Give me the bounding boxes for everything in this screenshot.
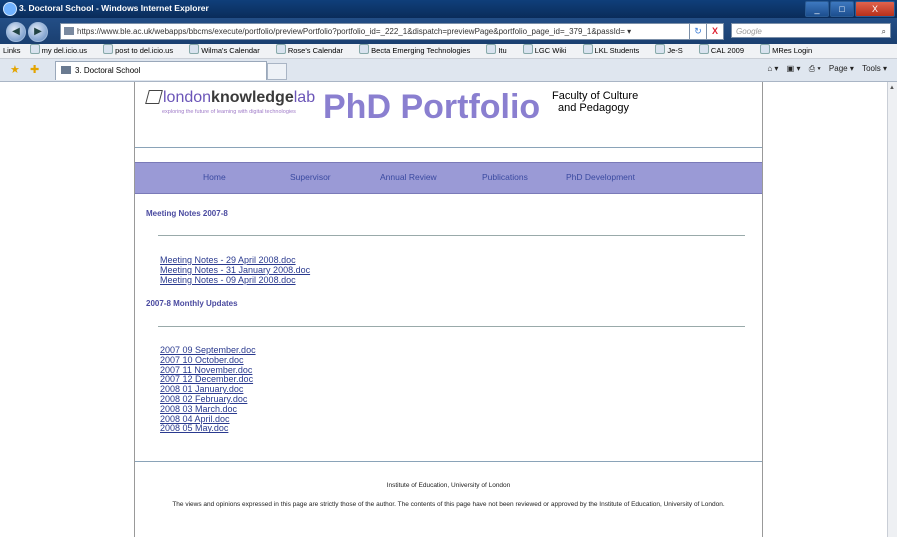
link-item[interactable]: Itu <box>486 44 513 55</box>
nav-annual-review[interactable]: Annual Review <box>380 172 437 182</box>
section-heading-meeting-notes: Meeting Notes 2007-8 <box>146 209 228 218</box>
footer-disclaimer: The views and opinions expressed in this… <box>172 501 725 508</box>
link-item[interactable]: MRes Login <box>760 44 819 55</box>
section-heading-monthly-updates: 2007-8 Monthly Updates <box>146 299 238 308</box>
address-field[interactable]: https://www.ble.ac.uk/webapps/bbcms/exec… <box>60 23 691 40</box>
calendar-icon <box>189 44 200 54</box>
tab-label: 3. Doctoral School <box>75 66 141 75</box>
page-title: PhD Portfolio <box>323 88 541 126</box>
print-icon[interactable]: ⎙ ▾ <box>809 64 821 73</box>
stop-button[interactable]: X <box>706 23 724 40</box>
site-icon <box>64 27 74 35</box>
nav-publications[interactable]: Publications <box>482 172 528 182</box>
forward-button[interactable]: ▶ <box>28 22 48 42</box>
search-icon[interactable]: ⌕ <box>882 24 886 39</box>
page-icon <box>275 44 286 54</box>
page-icon <box>359 44 370 54</box>
link-item[interactable]: my del.icio.us <box>29 44 94 55</box>
link-item[interactable]: Wilma's Calendar <box>189 44 267 55</box>
page-content: londonknowledgelab exploring the future … <box>0 82 888 537</box>
page-icon <box>655 44 666 54</box>
faculty-name: Faculty of Culture and Pedagogy <box>552 90 639 114</box>
page-icon <box>29 44 40 54</box>
command-bar: ⌂ ▾ ▣ ▾ ⎙ ▾ Page ▾ Tools ▾ <box>761 64 887 74</box>
itu-icon <box>486 44 497 54</box>
link-item[interactable]: Becta Emerging Technologies <box>359 44 477 55</box>
tab-doctoral-school[interactable]: 3. Doctoral School <box>55 61 267 80</box>
minimize-button[interactable]: _ <box>805 1 829 17</box>
section-divider <box>158 326 745 327</box>
page-icon <box>522 44 533 54</box>
footer-institution: Institute of Education, University of Lo… <box>386 482 511 489</box>
login-icon <box>760 44 771 54</box>
vertical-scrollbar[interactable]: ▲ <box>887 82 897 537</box>
home-icon[interactable]: ⌂ ▾ <box>767 64 778 73</box>
address-toolbar: ◀ ▶ https://www.ble.ac.uk/webapps/bbcms/… <box>0 18 897 44</box>
logo-tagline: exploring the future of learning with di… <box>162 109 296 115</box>
links-bar: Links my del.icio.us post to del.icio.us… <box>0 44 897 59</box>
add-favorites-icon[interactable]: ✚ <box>30 63 39 76</box>
tab-bar: ★ ✚ 3. Doctoral School ⌂ ▾ ▣ ▾ ⎙ ▾ Page … <box>0 59 897 82</box>
header-divider <box>135 147 762 148</box>
nav-phd-development[interactable]: PhD Development <box>566 172 635 182</box>
search-input[interactable]: Google ⌕ <box>731 23 891 38</box>
link-item[interactable]: Rose's Calendar <box>275 44 350 55</box>
section-divider <box>158 235 745 236</box>
link-item[interactable]: post to del.icio.us <box>103 44 180 55</box>
scroll-up-icon[interactable]: ▲ <box>889 85 895 91</box>
link-item[interactable]: Je-S <box>655 44 689 55</box>
lkl-logo[interactable]: londonknowledgelab <box>163 89 315 107</box>
window-title-bar: 3. Doctoral School - Windows Internet Ex… <box>0 0 897 18</box>
tab-page-icon <box>61 66 71 74</box>
page-header: londonknowledgelab exploring the future … <box>135 82 762 150</box>
tools-menu[interactable]: Tools ▾ <box>862 64 887 73</box>
back-button[interactable]: ◀ <box>6 22 26 42</box>
window-title: 3. Doctoral School - Windows Internet Ex… <box>19 3 209 13</box>
link-item[interactable]: LGC Wiki <box>522 44 574 55</box>
window-controls: _ □ X <box>804 1 895 17</box>
page-menu[interactable]: Page ▾ <box>829 64 854 73</box>
ie-icon <box>3 2 17 16</box>
doc-link[interactable]: 2008 05 May.doc <box>160 424 256 434</box>
close-button[interactable]: X <box>855 1 895 17</box>
doc-link[interactable]: Meeting Notes - 09 April 2008.doc <box>160 275 310 286</box>
new-tab-button[interactable] <box>267 63 287 80</box>
page-icon <box>582 44 593 54</box>
maximize-button[interactable]: □ <box>830 1 854 17</box>
lkl-logo-icon <box>145 90 163 104</box>
favorites-star-icon[interactable]: ★ <box>10 63 20 76</box>
footer-divider <box>135 461 762 462</box>
page-icon <box>698 44 709 54</box>
portfolio-page: londonknowledgelab exploring the future … <box>134 82 763 537</box>
monthly-updates-list: 2007 09 September.doc 2007 10 October.do… <box>160 345 256 434</box>
page-icon <box>103 44 114 54</box>
meeting-notes-list: Meeting Notes - 29 April 2008.doc Meetin… <box>160 255 310 286</box>
links-label: Links <box>3 46 21 55</box>
link-item[interactable]: LKL Students <box>582 44 647 55</box>
search-placeholder: Google <box>736 27 762 36</box>
nav-home[interactable]: Home <box>203 172 226 182</box>
refresh-button[interactable]: ↻ <box>689 23 707 40</box>
feeds-icon[interactable]: ▣ ▾ <box>787 64 801 73</box>
link-item[interactable]: CAL 2009 <box>698 44 751 55</box>
nav-supervisor[interactable]: Supervisor <box>290 172 331 182</box>
url-text: https://www.ble.ac.uk/webapps/bbcms/exec… <box>77 27 632 36</box>
portfolio-nav: Home Supervisor Annual Review Publicatio… <box>135 162 762 194</box>
